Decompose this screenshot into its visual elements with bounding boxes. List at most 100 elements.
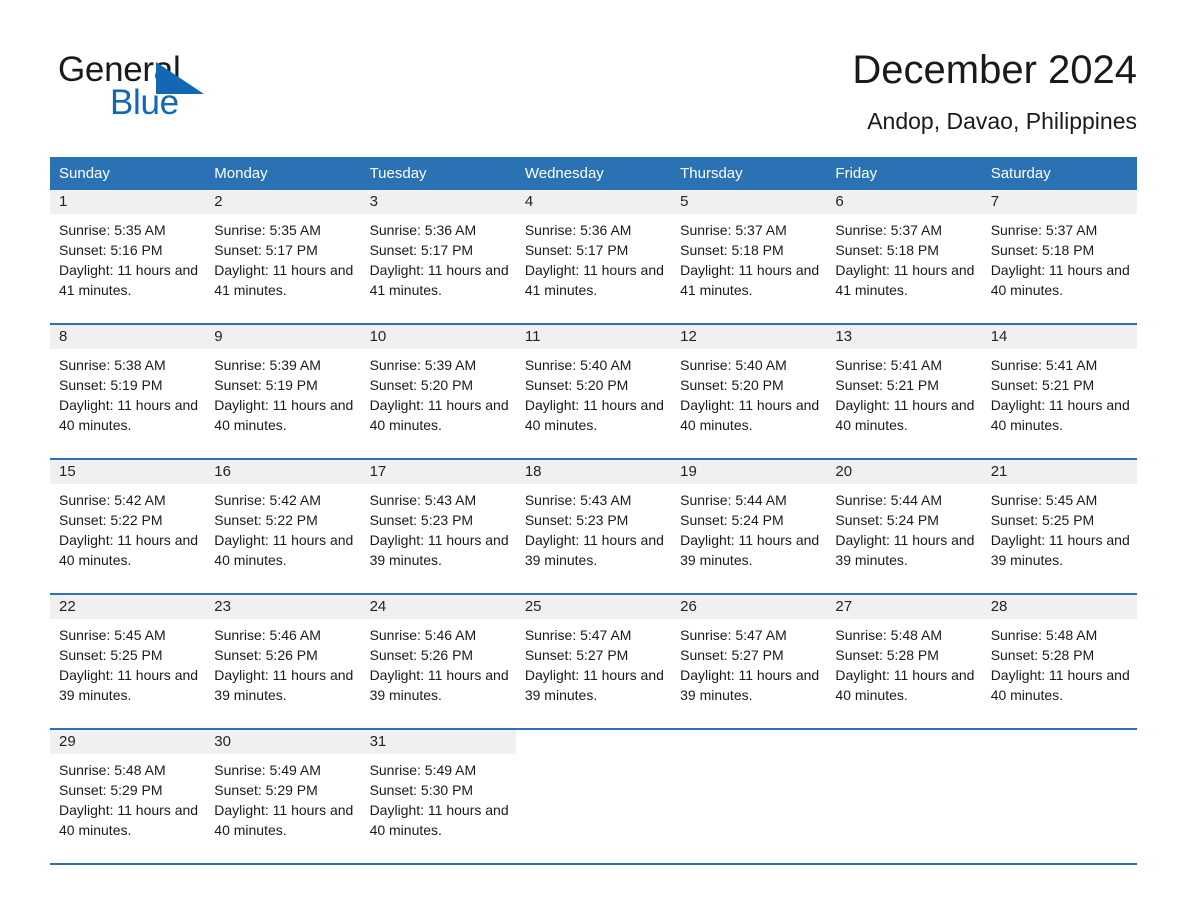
- day-cell[interactable]: 22 Sunrise: 5:45 AM Sunset: 5:25 PM Dayligh…: [50, 595, 206, 728]
- day-cell[interactable]: 11 Sunrise: 5:40 AM Sunset: 5:20 PM Dayligh…: [515, 325, 672, 458]
- day-number: 21: [990, 463, 1008, 480]
- daylight-text: Daylight: 11 hours and 39 minutes.: [369, 532, 509, 568]
- day-cell[interactable]: 28 Sunrise: 5:48 AM Sunset: 5:28 PM Dayligh…: [981, 595, 1137, 728]
- day-info: Sunrise: 5:44 AM Sunset: 5:24 PM Daylight:…: [671, 484, 826, 570]
- day-number-band: 18: [515, 460, 672, 484]
- sunrise-text: Sunrise: 5:47 AM: [680, 627, 787, 643]
- day-cell[interactable]: 8 Sunrise: 5:38 AM Sunset: 5:19 PM Daylight…: [50, 325, 206, 458]
- sunset-text: Sunset: 5:25 PM: [59, 647, 163, 663]
- sunset-text: Sunset: 5:18 PM: [680, 242, 784, 258]
- day-number: 18: [524, 463, 542, 480]
- daylight-text: Daylight: 11 hours and 40 minutes.: [59, 802, 199, 838]
- day-info: Sunrise: 5:47 AM Sunset: 5:27 PM Daylight:…: [671, 619, 826, 705]
- sunset-text: Sunset: 5:22 PM: [59, 512, 163, 528]
- day-cell[interactable]: 2 Sunrise: 5:35 AM Sunset: 5:17 PM Daylight…: [205, 190, 361, 323]
- day-cell[interactable]: 17 Sunrise: 5:43 AM Sunset: 5:23 PM Dayligh…: [360, 460, 516, 593]
- day-info: Sunrise: 5:35 AM Sunset: 5:17 PM Daylight:…: [205, 214, 360, 300]
- daylight-text: Daylight: 11 hours and 40 minutes.: [990, 667, 1130, 703]
- day-number-band: 19: [671, 460, 827, 484]
- day-cell[interactable]: 16 Sunrise: 5:42 AM Sunset: 5:22 PM Dayligh…: [205, 460, 361, 593]
- day-number-band: 15: [50, 460, 206, 484]
- day-cell[interactable]: 5 Sunrise: 5:37 AM Sunset: 5:18 PM Daylight…: [671, 190, 827, 323]
- sunset-text: Sunset: 5:26 PM: [214, 647, 318, 663]
- day-cell[interactable]: 19 Sunrise: 5:44 AM Sunset: 5:24 PM Dayligh…: [671, 460, 827, 593]
- weekday-header-row: Sunday Monday Tuesday Wednesday Thursday…: [50, 157, 1137, 190]
- day-cell[interactable]: 30 Sunrise: 5:49 AM Sunset: 5:29 PM Dayligh…: [205, 730, 361, 863]
- day-cell[interactable]: 18 Sunrise: 5:43 AM Sunset: 5:23 PM Dayligh…: [515, 460, 672, 593]
- day-cell[interactable]: 15 Sunrise: 5:42 AM Sunset: 5:22 PM Dayligh…: [50, 460, 206, 593]
- day-cell[interactable]: 3 Sunrise: 5:36 AM Sunset: 5:17 PM Daylight…: [360, 190, 516, 323]
- day-number-band: 23: [205, 595, 361, 619]
- day-number: 23: [214, 598, 231, 615]
- day-number: 26: [680, 598, 697, 615]
- day-info: Sunrise: 5:37 AM Sunset: 5:18 PM Daylight:…: [982, 214, 1137, 300]
- day-cell[interactable]: 13 Sunrise: 5:41 AM Sunset: 5:21 PM Dayligh…: [826, 325, 982, 458]
- sunrise-text: Sunrise: 5:46 AM: [214, 627, 321, 643]
- day-number-band: 13: [826, 325, 982, 349]
- day-cell[interactable]: 31 Sunrise: 5:49 AM Sunset: 5:30 PM Dayligh…: [360, 730, 516, 863]
- day-info: Sunrise: 5:41 AM Sunset: 5:21 PM Daylight:…: [982, 349, 1137, 435]
- day-cell[interactable]: 26 Sunrise: 5:47 AM Sunset: 5:27 PM Dayligh…: [671, 595, 827, 728]
- day-cell[interactable]: 4 Sunrise: 5:36 AM Sunset: 5:17 PM Daylight…: [515, 190, 672, 323]
- daylight-text: Daylight: 11 hours and 41 minutes.: [524, 262, 664, 298]
- sunset-text: Sunset: 5:28 PM: [835, 647, 939, 663]
- sunset-text: Sunset: 5:17 PM: [524, 242, 629, 258]
- sunrise-text: Sunrise: 5:44 AM: [835, 492, 943, 508]
- sunset-text: Sunset: 5:22 PM: [214, 512, 318, 528]
- day-cell[interactable]: 7 Sunrise: 5:37 AM Sunset: 5:18 PM Daylight…: [981, 190, 1137, 323]
- daylight-text: Daylight: 11 hours and 40 minutes.: [214, 532, 354, 568]
- day-number: 8: [59, 328, 68, 345]
- sunset-text: Sunset: 5:28 PM: [990, 647, 1095, 663]
- day-cell[interactable]: 14 Sunrise: 5:41 AM Sunset: 5:21 PM Dayligh…: [981, 325, 1137, 458]
- day-info: Sunrise: 5:41 AM Sunset: 5:21 PM Daylight:…: [826, 349, 981, 435]
- day-number-band: 30: [205, 730, 361, 754]
- sunrise-text: Sunrise: 5:37 AM: [680, 222, 787, 238]
- sunset-text: Sunset: 5:27 PM: [680, 647, 784, 663]
- day-cell[interactable]: 29 Sunrise: 5:48 AM Sunset: 5:29 PM Dayligh…: [50, 730, 206, 863]
- day-cell[interactable]: 6 Sunrise: 5:37 AM Sunset: 5:18 PM Daylight…: [826, 190, 982, 323]
- sunrise-text: Sunrise: 5:39 AM: [214, 357, 321, 373]
- day-cell[interactable]: 20 Sunrise: 5:44 AM Sunset: 5:24 PM Dayligh…: [826, 460, 982, 593]
- sunset-text: Sunset: 5:20 PM: [524, 377, 629, 393]
- sunrise-text: Sunrise: 5:38 AM: [59, 357, 166, 373]
- day-cell[interactable]: 23 Sunrise: 5:46 AM Sunset: 5:26 PM Dayligh…: [205, 595, 361, 728]
- daylight-text: Daylight: 11 hours and 41 minutes.: [214, 262, 354, 298]
- day-cell[interactable]: 27 Sunrise: 5:48 AM Sunset: 5:28 PM Dayligh…: [826, 595, 982, 728]
- daylight-text: Daylight: 11 hours and 39 minutes.: [214, 667, 354, 703]
- page-subtitle: Andop, Davao, Philippines: [867, 108, 1137, 134]
- day-number-band: [515, 730, 672, 754]
- day-info: Sunrise: 5:44 AM Sunset: 5:24 PM Daylight:…: [826, 484, 981, 570]
- day-cell[interactable]: 9 Sunrise: 5:39 AM Sunset: 5:19 PM Daylight…: [205, 325, 361, 458]
- day-info: Sunrise: 5:40 AM Sunset: 5:20 PM Daylight:…: [671, 349, 826, 435]
- sunset-text: Sunset: 5:24 PM: [680, 512, 784, 528]
- day-cell[interactable]: 12 Sunrise: 5:40 AM Sunset: 5:20 PM Dayligh…: [671, 325, 827, 458]
- day-number: 31: [369, 733, 387, 750]
- day-number-band: 4: [515, 190, 672, 214]
- day-cell[interactable]: 1 Sunrise: 5:35 AM Sunset: 5:16 PM Daylight…: [50, 190, 206, 323]
- page-header: General Blue December 2024 Andop, Davao,…: [50, 44, 1137, 144]
- day-cell-empty: [515, 730, 672, 863]
- sunrise-text: Sunrise: 5:48 AM: [835, 627, 943, 643]
- day-number-band: 21: [981, 460, 1137, 484]
- calendar-page: General Blue December 2024 Andop, Davao,…: [0, 0, 1188, 918]
- day-number-band: 8: [50, 325, 206, 349]
- sunset-text: Sunset: 5:18 PM: [990, 242, 1095, 258]
- day-number-band: 31: [360, 730, 516, 754]
- sunset-text: Sunset: 5:25 PM: [990, 512, 1095, 528]
- day-cell[interactable]: 21 Sunrise: 5:45 AM Sunset: 5:25 PM Dayligh…: [981, 460, 1137, 593]
- daylight-text: Daylight: 11 hours and 39 minutes.: [680, 667, 820, 703]
- day-number: 28: [990, 598, 1008, 615]
- weekday-monday: Monday: [214, 165, 268, 182]
- day-cell[interactable]: 25 Sunrise: 5:47 AM Sunset: 5:27 PM Dayligh…: [515, 595, 672, 728]
- day-number: 11: [524, 328, 541, 345]
- day-cell[interactable]: 10 Sunrise: 5:39 AM Sunset: 5:20 PM Dayligh…: [360, 325, 516, 458]
- day-info: Sunrise: 5:36 AM Sunset: 5:17 PM Daylight:…: [361, 214, 516, 300]
- day-number-band: 29: [50, 730, 206, 754]
- daylight-text: Daylight: 11 hours and 40 minutes.: [680, 397, 820, 433]
- day-cell[interactable]: 24 Sunrise: 5:46 AM Sunset: 5:26 PM Dayligh…: [360, 595, 516, 728]
- day-info: Sunrise: 5:36 AM Sunset: 5:17 PM Daylight:…: [516, 214, 671, 300]
- daylight-text: Daylight: 11 hours and 39 minutes.: [835, 532, 975, 568]
- day-info: Sunrise: 5:49 AM Sunset: 5:29 PM Daylight:…: [205, 754, 360, 840]
- day-number: 19: [680, 463, 697, 480]
- day-info: Sunrise: 5:45 AM Sunset: 5:25 PM Daylight:…: [50, 619, 205, 705]
